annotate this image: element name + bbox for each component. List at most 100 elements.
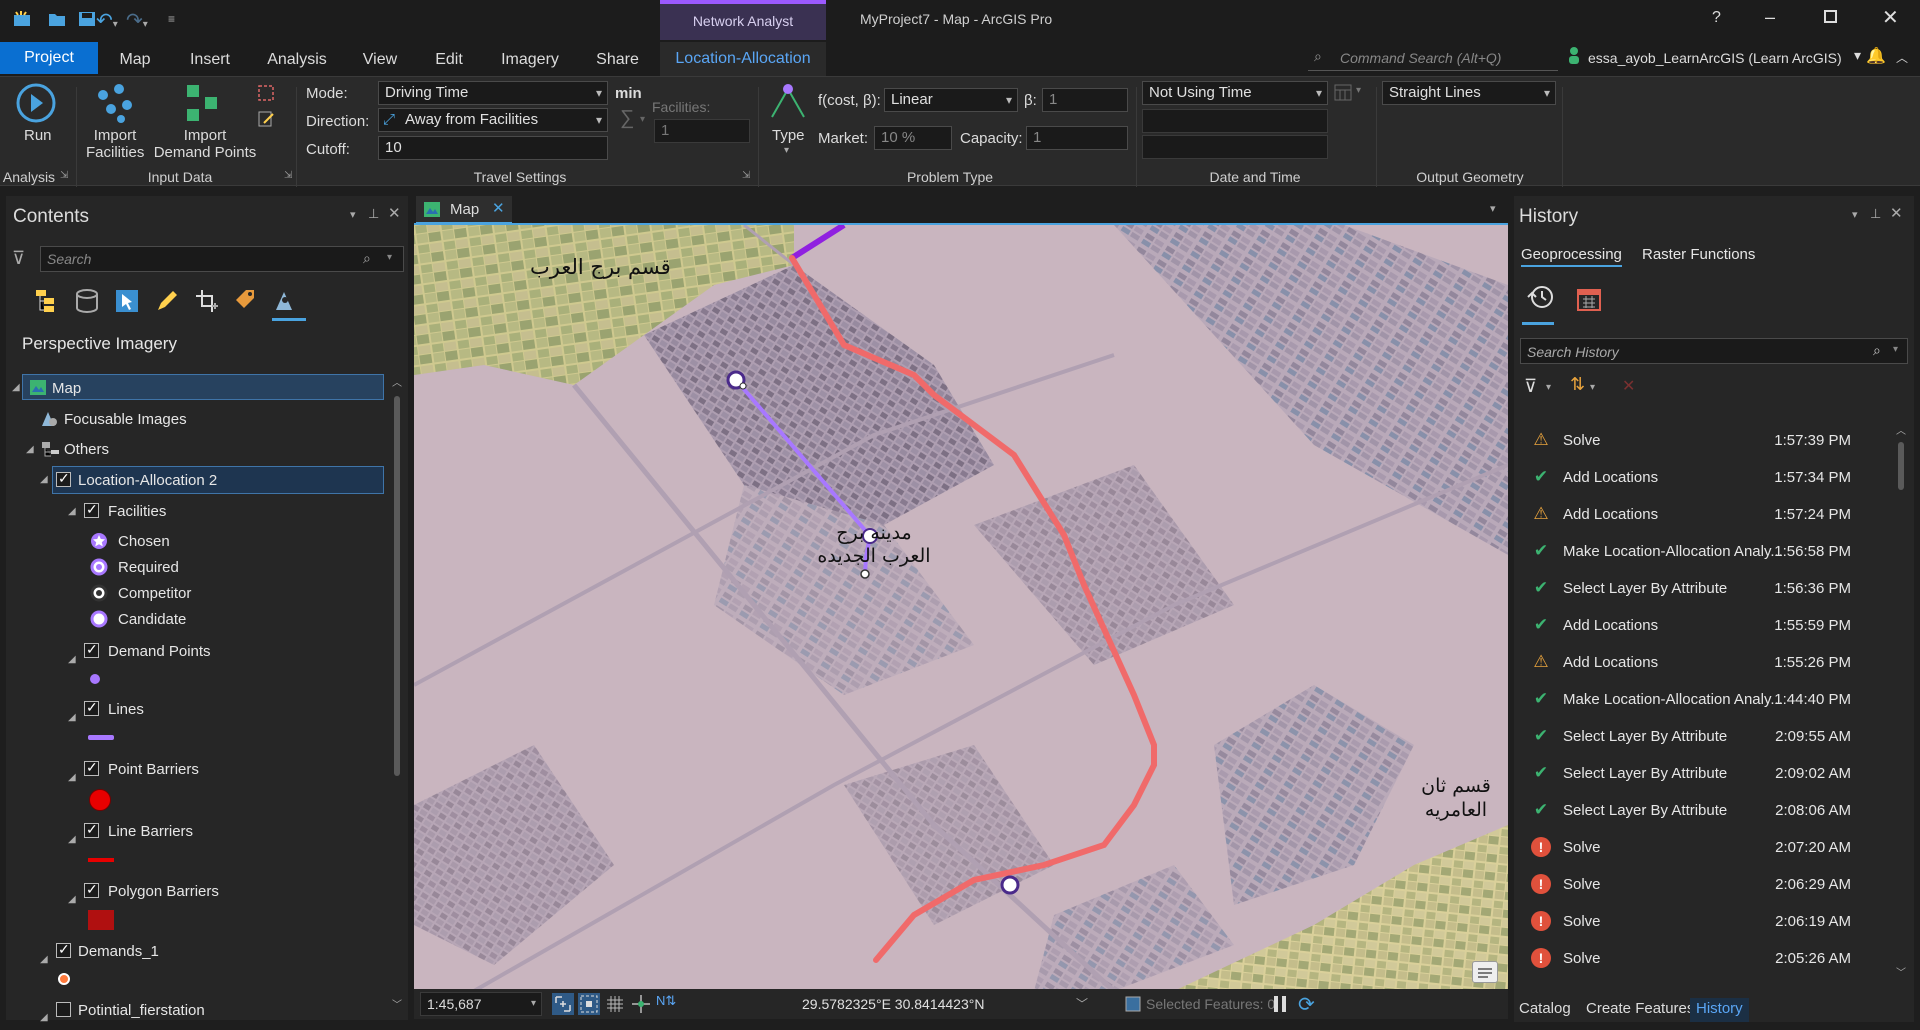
list-by-labeling-icon[interactable] [232, 288, 258, 314]
user-account[interactable]: essa_ayob_LearnArcGIS (Learn ArcGIS) [1588, 50, 1842, 66]
clear-history-icon[interactable]: ✕ [1622, 376, 1635, 396]
calendar-chevron-icon[interactable]: ▾ [1356, 85, 1361, 96]
time-input[interactable] [1142, 135, 1328, 159]
save-icon[interactable] [78, 11, 96, 27]
point-barriers-checkbox[interactable] [84, 759, 99, 776]
tree-others[interactable]: Others [64, 441, 109, 458]
tree-line-barriers[interactable]: Line Barriers [108, 823, 193, 840]
pause-drawing-icon[interactable] [1272, 994, 1288, 1014]
expand-demands1-icon[interactable]: ◢ [40, 954, 48, 965]
history-row[interactable]: ✔ Make Location-Allocation Analy... 1:44:4… [1523, 685, 1883, 715]
list-by-source-icon[interactable] [74, 288, 100, 314]
scale-chevron-icon[interactable]: ▾ [531, 993, 536, 1015]
user-menu-chevron-icon[interactable]: ▾ [1854, 47, 1861, 64]
dock-tab-history[interactable]: History [1690, 998, 1749, 1022]
list-by-selection-icon[interactable] [114, 288, 140, 314]
beta-input[interactable]: 1 [1042, 88, 1128, 112]
scroll-thumb[interactable] [1898, 442, 1904, 490]
help-button[interactable]: ? [1712, 9, 1721, 27]
scroll-up-icon[interactable]: ︿ [1896, 422, 1906, 437]
expand-line-barriers-icon[interactable]: ◢ [68, 834, 76, 845]
map-message-icon[interactable] [1472, 961, 1498, 983]
input-launcher-icon[interactable]: ⇲ [284, 170, 292, 181]
expand-polygon-barriers-icon[interactable]: ◢ [68, 894, 76, 905]
filter-icon[interactable]: ⊽ [12, 248, 25, 269]
polygon-barriers-checkbox[interactable] [84, 881, 99, 898]
north-arrow-icon[interactable]: N⇅ [656, 993, 678, 1015]
tab-map[interactable]: Map [110, 46, 160, 74]
close-pane-icon[interactable]: ✕ [1890, 204, 1903, 222]
tree-focusable-images[interactable]: Focusable Images [64, 411, 187, 428]
travel-launcher-icon[interactable]: ⇲ [742, 170, 750, 181]
tab-geoprocessing[interactable]: Geoprocessing [1521, 246, 1622, 267]
capacity-input[interactable]: 1 [1026, 126, 1128, 150]
close-pane-icon[interactable]: ✕ [388, 204, 401, 222]
history-row[interactable]: ⚠ Add Locations 1:55:26 PM [1523, 648, 1883, 678]
expand-potential-icon[interactable]: ◢ [40, 1012, 48, 1023]
history-search-input[interactable]: Search History ⌕ ▾ [1520, 338, 1908, 364]
expand-lines-icon[interactable]: ◢ [68, 712, 76, 723]
command-search[interactable]: ⌕ Command Search (Alt+Q) [1308, 45, 1558, 71]
scale-dropdown[interactable]: 1:45,687 ▾ [420, 992, 542, 1016]
list-by-drawing-order-icon[interactable] [34, 288, 62, 314]
tree-point-barriers[interactable]: Point Barriers [108, 761, 199, 778]
tree-demands-1[interactable]: Demands_1 [78, 943, 159, 960]
expand-others-icon[interactable]: ◢ [26, 444, 34, 455]
fixed-zoom-out-icon[interactable] [578, 993, 600, 1015]
open-project-icon[interactable] [48, 11, 66, 27]
type-chevron-icon[interactable]: ▾ [784, 145, 789, 156]
pane-menu-icon[interactable]: ▾ [1852, 208, 1858, 221]
run-icon[interactable] [14, 81, 58, 125]
direction-dropdown[interactable]: ⤢ Away from Facilities [378, 108, 608, 132]
coordinates-chevron-icon[interactable]: ﹀ [1076, 995, 1088, 1012]
search-icon[interactable]: ⌕ [363, 250, 371, 267]
pane-menu-icon[interactable]: ▾ [350, 208, 356, 221]
search-chevron-icon[interactable]: ▾ [387, 252, 392, 263]
problem-type-icon[interactable] [768, 81, 808, 121]
import-facilities-button[interactable]: Import Facilities [86, 127, 144, 161]
map-tab-menu-icon[interactable]: ▾ [1490, 202, 1496, 215]
map-view-tab[interactable]: Map ✕ [416, 196, 512, 224]
tab-project[interactable]: Project [0, 42, 98, 74]
import-demand-points-button[interactable]: Import Demand Points [150, 127, 260, 161]
demand-points-checkbox[interactable] [84, 641, 99, 658]
history-by-time-icon[interactable] [1526, 284, 1556, 312]
history-filter-icon[interactable]: ⊽ [1524, 376, 1537, 397]
grid-icon[interactable] [604, 993, 626, 1015]
history-row[interactable]: ✔ Select Layer By Attribute 2:09:02 AM [1523, 759, 1883, 789]
expand-facilities-icon[interactable]: ◢ [68, 506, 76, 517]
history-row[interactable]: ! Solve 2:05:26 AM [1523, 944, 1883, 974]
scroll-down-icon[interactable]: ﹀ [1896, 964, 1906, 979]
tab-location-allocation[interactable]: Location-Allocation [660, 42, 826, 76]
sort-chevron-icon[interactable]: ▾ [1590, 382, 1595, 393]
history-row[interactable]: ! Solve 2:06:29 AM [1523, 870, 1883, 900]
history-row[interactable]: ! Solve 2:06:19 AM [1523, 907, 1883, 937]
facilities-checkbox[interactable] [84, 501, 99, 518]
lines-checkbox[interactable] [84, 699, 99, 716]
contents-scrollbar[interactable]: ︿ ﹀ [390, 376, 404, 1012]
mode-dropdown[interactable]: Driving Time [378, 81, 608, 105]
scroll-thumb[interactable] [394, 396, 400, 776]
new-project-icon[interactable] [12, 10, 32, 28]
history-row[interactable]: ✔ Make Location-Allocation Analy... 1:56:5… [1523, 537, 1883, 567]
expand-la-icon[interactable]: ◢ [40, 474, 48, 485]
history-row[interactable]: ⚠ Solve 1:57:39 PM [1523, 426, 1883, 456]
expand-map-icon[interactable]: ◢ [12, 382, 20, 393]
tree-demand-points[interactable]: Demand Points [108, 643, 211, 660]
tab-edit[interactable]: Edit [428, 46, 470, 74]
collapse-ribbon-icon[interactable]: ︿ [1896, 49, 1908, 66]
history-row[interactable]: ✔ Add Locations 1:57:34 PM [1523, 463, 1883, 493]
demand-point[interactable] [860, 569, 870, 579]
close-map-tab-icon[interactable]: ✕ [492, 199, 505, 217]
demands1-checkbox[interactable] [56, 941, 71, 958]
search-icon[interactable]: ⌕ [1873, 342, 1881, 359]
tab-analysis[interactable]: Analysis [262, 46, 332, 74]
dock-tab-catalog[interactable]: Catalog [1519, 1000, 1571, 1017]
snapping-icon[interactable] [630, 993, 652, 1015]
potential-checkbox[interactable] [56, 1002, 71, 1017]
scroll-up-icon[interactable]: ︿ [392, 374, 402, 389]
cutoff-input[interactable]: 10 [378, 136, 608, 160]
history-scrollbar[interactable]: ︿ ﹀ [1894, 424, 1908, 984]
history-by-date-icon[interactable] [1576, 286, 1602, 312]
redo-icon[interactable]: ↷▾ [126, 8, 148, 33]
